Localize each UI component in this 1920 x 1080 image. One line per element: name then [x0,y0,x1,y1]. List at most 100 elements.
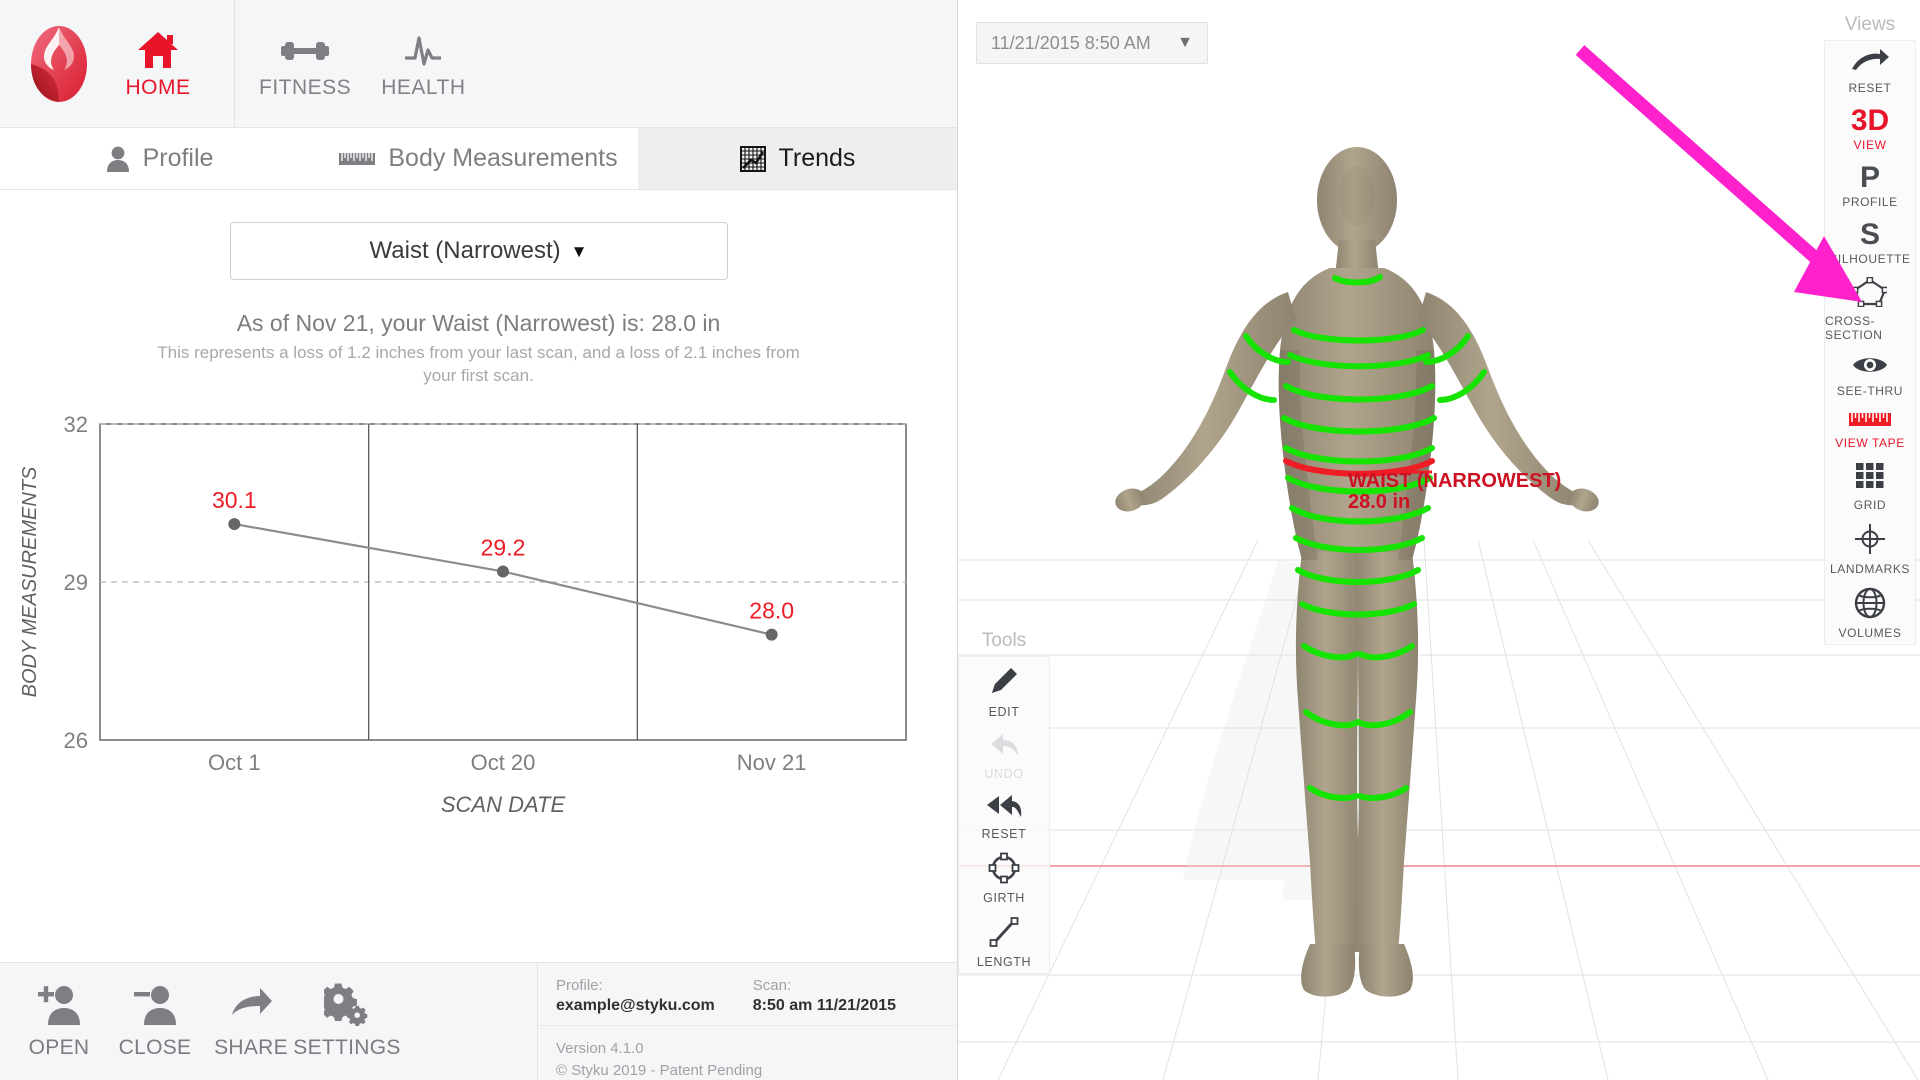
3d-model-viewer[interactable]: WAIST (NARROWEST) 28.0 in 11/21/2015 8:5… [958,0,1920,1080]
remove-user-icon [132,983,178,1032]
view-cross-section-label: CROSS-SECTION [1825,314,1883,342]
profile-info: Profile: example@styku.com [556,977,715,1015]
top-navigation-bar: HOME FITNESS HEALTH [0,0,957,128]
trend-summary-sub: This represents a loss of 1.2 inches fro… [157,343,800,385]
trend-summary-main: As of Nov 21, your Waist (Narrowest) is:… [236,310,721,336]
tools-panel-box: EDIT UNDO RESET GIRTH LENGTH [958,656,1050,974]
view-cross-section[interactable]: CROSS-SECTION [1825,270,1915,346]
profile-info-value: example@styku.com [556,997,715,1014]
copyright-text: © Styku 2019 - Patent Pending [556,1061,763,1079]
chart-data-point [228,517,241,530]
length-line-icon [988,916,1020,953]
nav-item-fitness[interactable]: FITNESS [259,28,351,100]
view-tape[interactable]: VIEW TAPE [1825,402,1915,454]
views-panel-box: RESET 3D VIEW P PROFILE S SILHOUETTE CRO… [1824,40,1916,645]
pentagon-icon [1851,276,1889,312]
tape-measure-icon [339,149,376,169]
chart-ytick-label: 26 [64,728,88,753]
chart-xtick-label: Oct 1 [208,750,261,775]
close-button-label: CLOSE [118,1036,192,1059]
chevron-down-icon: ▼ [1177,34,1193,51]
view-grid-label: GRID [1853,498,1887,512]
chart-point-label: 29.2 [481,534,526,560]
view-reset-label: RESET [1848,81,1892,95]
tool-length[interactable]: LENGTH [959,909,1049,973]
tool-length-label: LENGTH [976,955,1032,969]
view-profile[interactable]: P PROFILE [1825,156,1915,213]
view-3d-label: VIEW [1853,138,1887,152]
tool-girth[interactable]: GIRTH [959,845,1049,909]
views-panel: Views RESET 3D VIEW P PROFILE S SILHOUET… [1824,14,1916,645]
measurement-select[interactable]: Waist (Narrowest) ▼ [229,222,728,280]
view-silhouette[interactable]: S SILHOUETTE [1825,213,1915,270]
chart-ytick-label: 32 [64,412,88,437]
person-icon [106,145,130,173]
view-landmarks[interactable]: LANDMARKS [1825,516,1915,580]
view-reset[interactable]: RESET [1825,41,1915,99]
nav-item-health[interactable]: HEALTH [381,28,465,100]
chart-point-label: 30.1 [212,487,257,513]
chart-point-label: 28.0 [749,598,794,624]
scan-date-select-value: 11/21/2015 8:50 AM [991,32,1151,53]
waist-label-name: WAIST (NARROWEST) [1348,470,1561,492]
bottom-toolbar: OPEN CLOSE SHARE SETTINGS Profile: examp… [0,962,957,1080]
chart-xaxis-title: SCAN DATE [441,792,566,817]
trends-content: Waist (Narrowest) ▼ As of Nov 21, your W… [0,190,957,962]
view-volumes[interactable]: VOLUMES [1825,580,1915,644]
scan-info: Scan: 8:50 am 11/21/2015 [753,977,896,1015]
nav-secondary-group: FITNESS HEALTH [235,0,465,127]
pen-icon [987,664,1021,703]
open-button[interactable]: OPEN [16,983,102,1060]
share-button[interactable]: SHARE [208,983,294,1060]
tab-body-measurements[interactable]: Body Measurements [319,128,638,189]
view-3d[interactable]: 3D VIEW [1825,99,1915,156]
tab-trends[interactable]: Trends [638,128,957,189]
chart-xtick-label: Oct 20 [471,750,536,775]
chart-xtick-label: Nov 21 [737,750,807,775]
add-user-icon [36,983,82,1032]
profile-info-key: Profile: [556,977,603,994]
tool-edit[interactable]: EDIT [959,657,1049,723]
tab-profile[interactable]: Profile [0,128,319,189]
brand-and-home-block: HOME [0,0,235,127]
crosshair-icon [1853,523,1887,560]
bottom-toolbar-buttons: OPEN CLOSE SHARE SETTINGS [0,963,400,1080]
view-grid[interactable]: GRID [1825,454,1915,516]
view-silhouette-label: SILHOUETTE [1829,252,1911,266]
share-button-label: SHARE [214,1036,288,1059]
scan-date-select[interactable]: 11/21/2015 8:50 AM ▼ [976,22,1208,64]
session-info-bottom: Version 4.1.0 © Styku 2019 - Patent Pend… [538,1026,957,1080]
s-letter-icon: S [1859,218,1880,251]
tool-undo[interactable]: UNDO [959,723,1049,785]
app-version: Version 4.1.0 [556,1040,644,1057]
curved-arrow-icon [1850,48,1890,79]
trend-chart: 26 29 32 Oct 1 Oct 20 Nov 21 30.1 29.2 28.0 SCAN … [0,406,957,826]
open-button-label: OPEN [28,1036,90,1059]
grid-squares-icon [1854,461,1886,496]
girth-circle-icon [988,852,1020,889]
tool-undo-label: UNDO [984,767,1024,781]
share-arrow-icon [228,983,274,1032]
view-profile-label: PROFILE [1842,195,1898,209]
report-tab-bar: Profile Body Measurements Trends [0,128,957,190]
p-letter-icon: P [1859,161,1880,194]
view-see-thru[interactable]: SEE-THRU [1825,346,1915,402]
floor-grid [958,539,1920,1080]
3d-text-icon: 3D [1850,104,1890,137]
tab-body-measurements-label: Body Measurements [388,144,618,172]
eye-icon [1851,353,1889,382]
3d-scene: WAIST (NARROWEST) 28.0 in [958,147,1920,1080]
session-info-top: Profile: example@styku.com Scan: 8:50 am… [538,963,957,1026]
globe-icon [1854,587,1886,624]
chart-yaxis-title: BODY MEASUREMENTS [19,466,41,697]
styku-app-window: HOME FITNESS HEALTH Profile Body Measure… [0,0,1920,1080]
tool-reset[interactable]: RESET [959,785,1049,845]
chart-data-point [497,565,509,578]
close-button[interactable]: CLOSE [112,983,198,1060]
chart-grid-icon [739,145,766,172]
settings-button[interactable]: SETTINGS [293,983,400,1060]
nav-item-home[interactable]: HOME [116,28,200,100]
styku-logo-icon [28,25,90,103]
tool-reset-label: RESET [981,827,1027,841]
nav-item-home-label: HOME [125,75,191,99]
